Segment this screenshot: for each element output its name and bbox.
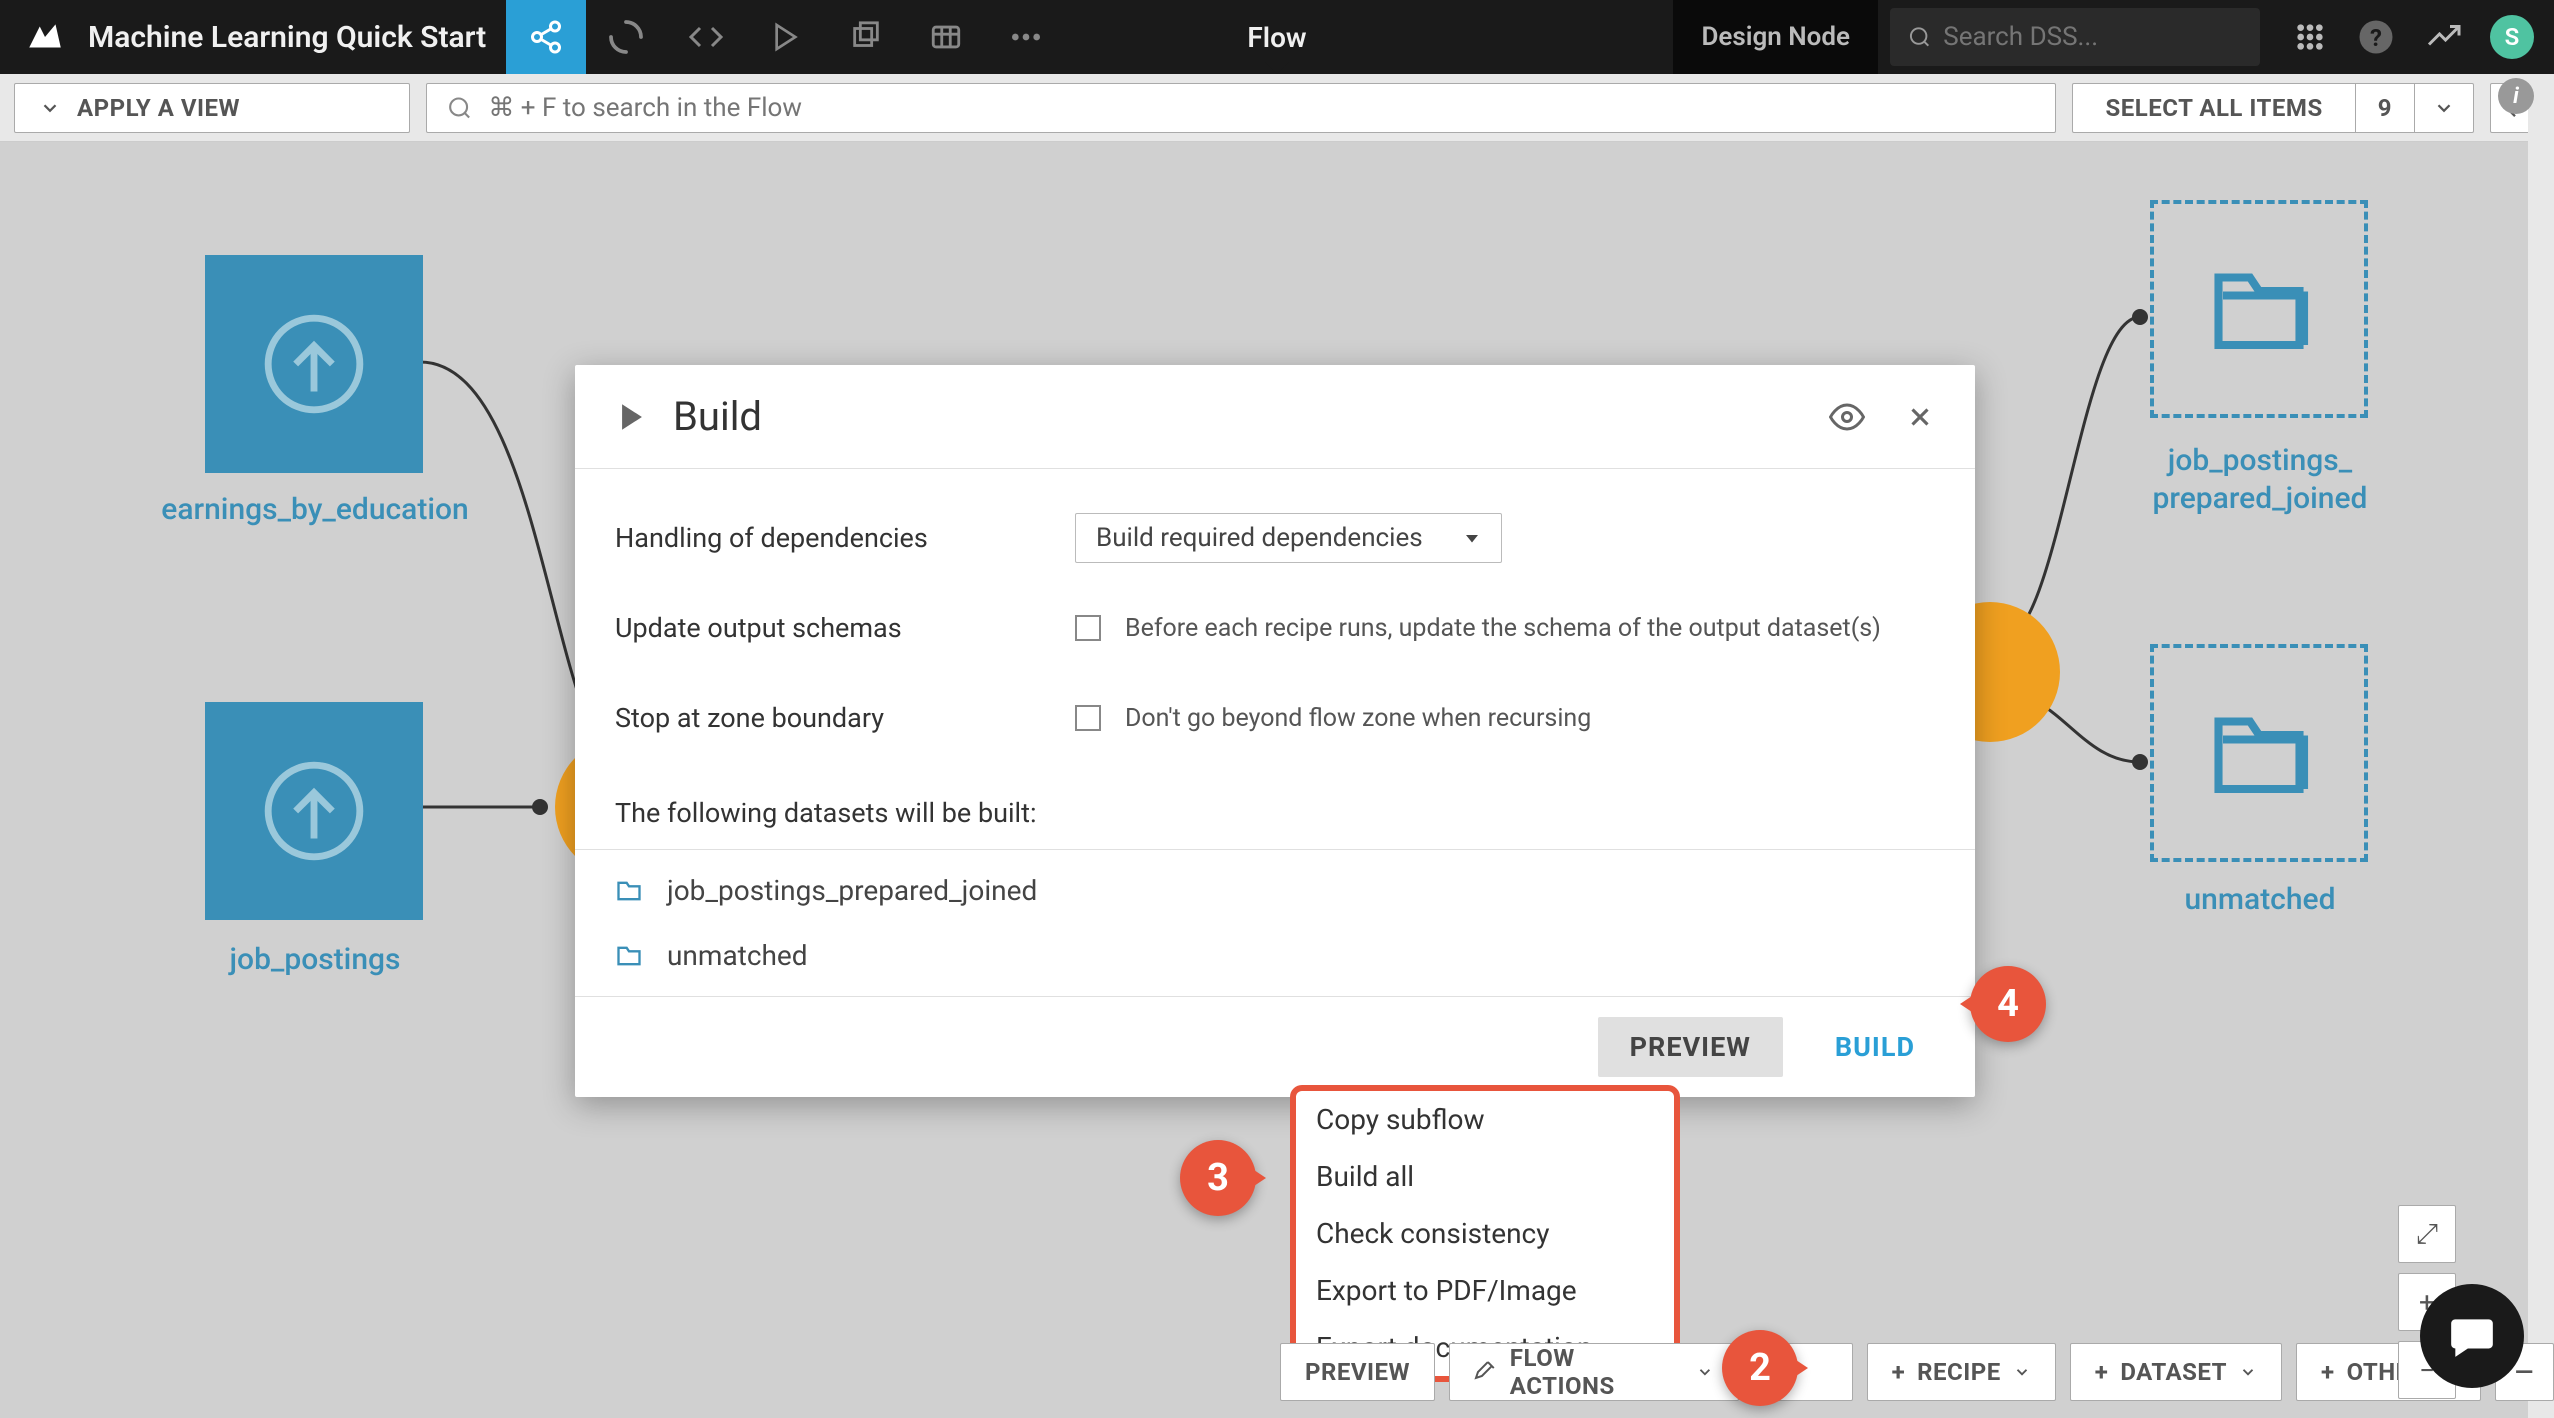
menu-item-copy-subflow[interactable]: Copy subflow (1296, 1091, 1674, 1148)
dataset-label-earnings: earnings_by_education (115, 492, 515, 527)
folder-icon (615, 944, 643, 968)
dataset-node-jobpostings[interactable] (205, 702, 423, 920)
menu-item-check-consistency[interactable]: Check consistency (1296, 1205, 1674, 1262)
svg-text:?: ? (2370, 24, 2382, 52)
user-avatar[interactable]: S (2490, 15, 2534, 59)
global-search[interactable] (1890, 8, 2260, 66)
dataset-node-unmatched[interactable] (2150, 644, 2368, 862)
eye-icon[interactable] (1829, 399, 1865, 435)
annotation-3: 3 (1180, 1140, 1256, 1216)
intercom-button[interactable] (2420, 1284, 2524, 1388)
modal-header: Build (575, 365, 1975, 469)
chevron-down-icon (2414, 84, 2473, 132)
datasets-list: job_postings_prepared_joined unmatched (575, 850, 1975, 996)
add-recipe-button[interactable]: + RECIPE (1867, 1343, 2056, 1401)
update-schemas-checkbox[interactable] (1075, 615, 1101, 641)
play-icon[interactable] (746, 0, 826, 74)
code-icon[interactable] (666, 0, 746, 74)
dataset-list-label: job_postings_prepared_joined (667, 874, 1037, 907)
plus-icon: + (2321, 1358, 2335, 1386)
flow-tab[interactable]: Flow (1247, 0, 1306, 74)
select-all-count: 9 (2355, 84, 2414, 132)
apps-icon[interactable] (2278, 21, 2342, 53)
annotation-4: 4 (1970, 966, 2046, 1042)
dataset-label-unmatched: unmatched (2060, 882, 2460, 917)
select-all-label: SELECT ALL ITEMS (2073, 94, 2354, 122)
share-button[interactable] (506, 0, 586, 74)
stop-zone-checkbox[interactable] (1075, 705, 1101, 731)
apply-view-label: APPLY A VIEW (77, 94, 240, 122)
dependencies-dropdown[interactable]: Build required dependencies (1075, 513, 1502, 563)
stop-zone-check-label: Don't go beyond flow zone when recursing (1125, 704, 1591, 733)
dependencies-label: Handling of dependencies (615, 522, 1075, 554)
more-icon[interactable] (986, 0, 1066, 74)
flow-actions-button[interactable]: FLOW ACTIONS (1449, 1343, 1739, 1401)
zoom-expand-button[interactable]: ⤢ (2398, 1205, 2456, 1263)
plus-icon: + (2095, 1358, 2109, 1386)
preview-button[interactable]: PREVIEW (1598, 1017, 1783, 1077)
help-icon[interactable]: ? (2342, 19, 2410, 55)
global-search-input[interactable] (1943, 22, 2242, 52)
dataset-list-item: job_postings_prepared_joined (575, 858, 1975, 923)
dataset-node-joined[interactable] (2150, 200, 2368, 418)
plus-icon: + (1892, 1358, 1906, 1386)
design-node-badge[interactable]: Design Node (1673, 0, 1878, 74)
flow-search-input[interactable] (488, 93, 2035, 123)
menu-item-build-all[interactable]: Build all (1296, 1148, 1674, 1205)
close-icon[interactable] (1905, 402, 1935, 432)
info-icon[interactable]: i (2498, 78, 2534, 114)
logo-icon[interactable] (24, 16, 66, 58)
menu-item-export-pdf[interactable]: Export to PDF/Image (1296, 1262, 1674, 1319)
datasets-section-title: The following datasets will be built: (575, 773, 1975, 850)
dataset-list-label: unmatched (667, 939, 808, 972)
loading-icon[interactable] (586, 0, 666, 74)
dataset-label-joined: job_postings_prepared_joined (2060, 442, 2460, 517)
play-icon (615, 400, 649, 434)
apply-view-button[interactable]: APPLY A VIEW (14, 83, 410, 133)
update-schemas-label: Update output schemas (615, 612, 1075, 644)
bottom-action-bar: PREVIEW FLOW ACTIONS E + RECIPE + DATASE… (1280, 1343, 2554, 1401)
project-title[interactable]: Machine Learning Quick Start (88, 20, 486, 55)
modal-footer: PREVIEW BUILD (575, 996, 1975, 1097)
grid-icon[interactable] (906, 0, 986, 74)
stop-zone-label: Stop at zone boundary (615, 702, 1075, 734)
app-header: Machine Learning Quick Start Flow Design… (0, 0, 2554, 74)
add-dataset-button[interactable]: + DATASET (2070, 1343, 2282, 1401)
folder-icon (615, 879, 643, 903)
bottom-preview-button[interactable]: PREVIEW (1280, 1343, 1435, 1401)
trend-icon[interactable] (2410, 19, 2478, 55)
dataset-label-jobpostings: job_postings (115, 942, 515, 977)
flow-actions-menu: Copy subflow Build all Check consistency… (1290, 1085, 1680, 1382)
dataset-node-earnings[interactable] (205, 255, 423, 473)
dependencies-value: Build required dependencies (1096, 523, 1423, 553)
update-schemas-check-label: Before each recipe runs, update the sche… (1125, 614, 1881, 643)
layers-icon[interactable] (826, 0, 906, 74)
build-button[interactable]: BUILD (1815, 1017, 1935, 1077)
flow-search-box[interactable] (426, 83, 2056, 133)
modal-title: Build (673, 393, 1829, 440)
right-scrollbar[interactable] (2528, 74, 2554, 1418)
annotation-2: 2 (1722, 1330, 1798, 1406)
build-modal: Build Handling of dependencies Build req… (575, 365, 1975, 1097)
select-all-button[interactable]: SELECT ALL ITEMS 9 (2072, 83, 2474, 133)
dataset-list-item: unmatched (575, 923, 1975, 988)
